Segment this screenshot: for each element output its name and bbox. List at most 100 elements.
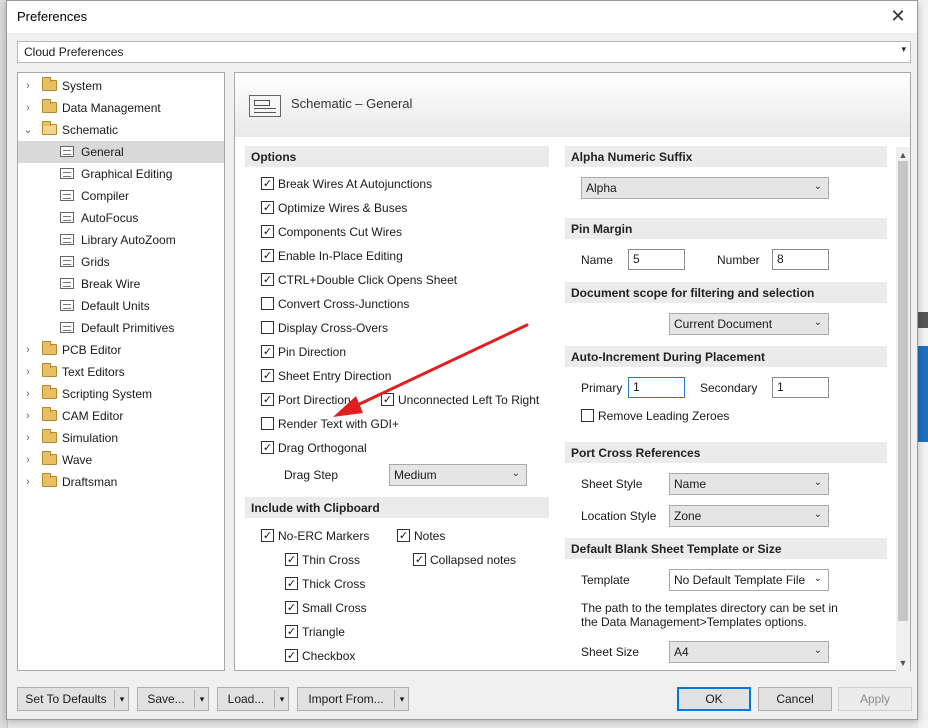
option-checkbox[interactable]: ✓ Break Wires At Autojunctions — [261, 176, 461, 192]
expand-chevron-icon[interactable]: › — [22, 361, 34, 383]
background-app-strip-dark — [918, 312, 928, 328]
scroll-down-icon[interactable]: ▼ — [896, 657, 910, 669]
checkbox-notes[interactable]: ✓ Notes — [397, 528, 467, 544]
close-icon[interactable]: ✕ — [887, 5, 909, 27]
pin-margin-name-input[interactable]: 5 — [628, 249, 685, 270]
secondary-input[interactable]: 1 — [772, 377, 829, 398]
tree-item[interactable]: Default Units — [18, 295, 224, 317]
drag-step-select[interactable]: Medium ⌄ — [389, 464, 527, 486]
checkbox-label: Small Cross — [302, 601, 367, 615]
doc-scope-select[interactable]: Current Document ⌄ — [669, 313, 829, 335]
expand-chevron-icon[interactable]: › — [22, 449, 34, 471]
tree-item[interactable]: Grids — [18, 251, 224, 273]
chevron-down-icon: ⌄ — [813, 573, 822, 584]
clipboard-marker-checkbox[interactable]: ✓ Triangle — [285, 624, 395, 640]
page-icon — [60, 212, 74, 223]
checkbox-no-erc-markers[interactable]: ✓ No-ERC Markers — [261, 528, 371, 544]
template-value: No Default Template File — [674, 573, 806, 587]
tree-item[interactable]: › CAM Editor — [18, 405, 224, 427]
set-to-defaults-button[interactable]: Set To Defaults ▾ — [17, 687, 129, 711]
dropdown-arrow-icon[interactable]: ▾ — [275, 688, 289, 710]
sheet-size-select[interactable]: A4 ⌄ — [669, 641, 829, 663]
expand-chevron-icon[interactable]: › — [22, 471, 34, 493]
sheet-style-select[interactable]: Name ⌄ — [669, 473, 829, 495]
location-style-select[interactable]: Zone ⌄ — [669, 505, 829, 527]
dropdown-arrow-icon[interactable]: ▾ — [195, 688, 209, 710]
option-checkbox[interactable]: ✓ Optimize Wires & Buses — [261, 200, 461, 216]
pin-margin-number-input[interactable]: 8 — [772, 249, 829, 270]
scrollbar-thumb[interactable] — [898, 161, 908, 621]
import-from-button[interactable]: Import From... ▾ — [297, 687, 409, 711]
folder-icon — [42, 363, 57, 377]
tree-item[interactable]: ⌄ Schematic — [18, 119, 224, 141]
settings-panel: Schematic – General Options ✓ Break Wires… — [234, 72, 911, 671]
vertical-scrollbar[interactable]: ▲ ▼ — [896, 147, 910, 671]
option-checkbox[interactable]: ✓ CTRL+Double Click Opens Sheet — [261, 272, 461, 288]
checkbox-box — [581, 409, 594, 422]
page-icon — [60, 234, 74, 245]
tree-item[interactable]: Compiler — [18, 185, 224, 207]
clipboard-marker-checkbox[interactable]: ✓ Thick Cross — [285, 576, 395, 592]
option-checkbox[interactable]: Display Cross-Overs — [261, 320, 461, 336]
dropdown-arrow-icon[interactable]: ▾ — [115, 688, 129, 710]
tree-item[interactable]: AutoFocus — [18, 207, 224, 229]
tree-item[interactable]: › Simulation — [18, 427, 224, 449]
tree-item[interactable]: › Draftsman — [18, 471, 224, 493]
collapse-chevron-icon[interactable]: ⌄ — [22, 119, 34, 141]
apply-button[interactable]: Apply — [838, 687, 912, 711]
tree-item[interactable]: Break Wire — [18, 273, 224, 295]
tree-item[interactable]: Default Primitives — [18, 317, 224, 339]
expand-chevron-icon[interactable]: › — [22, 97, 34, 119]
option-checkbox[interactable]: ✓ Drag Orthogonal — [261, 440, 461, 456]
tree-item[interactable]: Graphical Editing — [18, 163, 224, 185]
tree-item[interactable]: › Scripting System — [18, 383, 224, 405]
expand-chevron-icon[interactable]: › — [22, 383, 34, 405]
tree-item-label: Draftsman — [62, 475, 118, 489]
sheet-size-label: Sheet Size — [581, 645, 640, 659]
title-bar: Preferences ✕ — [7, 1, 917, 33]
doc-scope-header: Document scope for filtering and selecti… — [565, 282, 887, 303]
checkbox-box: ✓ — [397, 529, 410, 542]
tree-item[interactable]: › Wave — [18, 449, 224, 471]
clipboard-marker-checkbox[interactable]: ✓ Thin Cross — [285, 552, 395, 568]
clipboard-marker-checkbox[interactable]: ✓ Small Cross — [285, 600, 395, 616]
expand-chevron-icon[interactable]: › — [22, 427, 34, 449]
tree-item[interactable]: › PCB Editor — [18, 339, 224, 361]
option-checkbox[interactable]: ✓ Enable In-Place Editing — [261, 248, 461, 264]
load-button[interactable]: Load... ▾ — [217, 687, 289, 711]
checkbox-box: ✓ — [261, 529, 274, 542]
option-checkbox[interactable]: Convert Cross-Junctions — [261, 296, 461, 312]
tree-item-label: System — [62, 79, 103, 93]
checkbox-box: ✓ — [261, 177, 274, 190]
alpha-suffix-select[interactable]: Alpha ⌄ — [581, 177, 829, 199]
dropdown-arrow-icon[interactable]: ▾ — [395, 688, 409, 710]
cancel-button[interactable]: Cancel — [758, 687, 832, 711]
tree-item[interactable]: › Text Editors — [18, 361, 224, 383]
option-checkbox[interactable]: ✓ Pin Direction — [261, 344, 461, 360]
ok-button[interactable]: OK — [677, 687, 751, 711]
tree-item-label: General — [81, 145, 124, 159]
expand-chevron-icon[interactable]: › — [22, 75, 34, 97]
checkbox-box: ✓ — [261, 345, 274, 358]
checkbox-unconnected-left-to-right[interactable]: ✓ Unconnected Left To Right — [381, 392, 551, 408]
tree-item[interactable]: › System — [18, 75, 224, 97]
tree-item[interactable]: General — [18, 141, 224, 163]
option-checkbox[interactable]: ✓ Sheet Entry Direction — [261, 368, 461, 384]
expand-chevron-icon[interactable]: › — [22, 405, 34, 427]
primary-input[interactable]: 1 — [628, 377, 685, 398]
tree-item[interactable]: Library AutoZoom — [18, 229, 224, 251]
clipboard-marker-checkbox[interactable]: ✓ Checkbox — [285, 648, 395, 664]
option-checkbox[interactable]: Render Text with GDI+ — [261, 416, 461, 432]
tree-item[interactable]: › Data Management — [18, 97, 224, 119]
option-checkbox[interactable]: ✓ Components Cut Wires — [261, 224, 461, 240]
checkbox-label: Port Direction — [278, 393, 351, 407]
template-select[interactable]: No Default Template File ⌄ — [669, 569, 829, 591]
folder-icon — [42, 341, 57, 355]
expand-chevron-icon[interactable]: › — [22, 339, 34, 361]
template-label: Template — [581, 573, 630, 587]
checkbox-remove-leading-zeroes[interactable]: Remove Leading Zeroes — [581, 408, 741, 424]
save-button[interactable]: Save... ▾ — [137, 687, 209, 711]
checkbox-collapsed-notes[interactable]: ✓ Collapsed notes — [413, 552, 523, 568]
cloud-preferences-combo[interactable]: Cloud Preferences ▾ — [17, 41, 911, 63]
scroll-up-icon[interactable]: ▲ — [896, 149, 910, 161]
